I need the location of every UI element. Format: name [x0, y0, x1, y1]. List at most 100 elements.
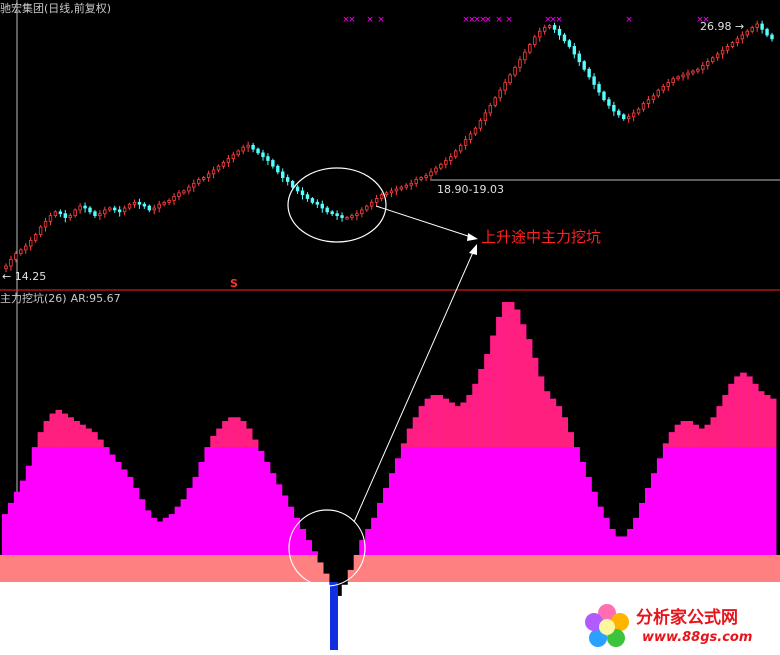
candle-body [221, 161, 226, 167]
candle-body [508, 74, 512, 83]
indicator-peak-bar [496, 316, 503, 448]
indicator-bar [97, 439, 104, 555]
indicator-peak-bar [454, 406, 461, 448]
candle-body [498, 89, 502, 99]
indicator-peak-bar [502, 302, 509, 448]
indicator-peak-bar [73, 421, 80, 448]
ar-value: AR:95.67 [70, 292, 121, 305]
candle-body [276, 165, 280, 173]
candle-body [745, 30, 749, 36]
candle-body [750, 27, 754, 32]
candle-body [172, 196, 176, 201]
indicator-panel-title: 主力挖坑(26) AR:95.67 [0, 292, 121, 305]
candle-body [468, 133, 473, 140]
candle-body [458, 144, 463, 152]
indicator-bar [25, 465, 33, 555]
candle-body [157, 203, 161, 209]
x-mark: × [348, 15, 356, 25]
indicator-peak-bar [412, 417, 420, 448]
candle-body [622, 114, 626, 120]
candle-body [384, 192, 389, 196]
candle-body [562, 34, 567, 42]
candle-body [720, 49, 725, 55]
candle-body [730, 42, 735, 47]
watermark: 分析家公式网 www.88gs.com [578, 598, 778, 654]
indicator-bar [650, 473, 658, 555]
candle-body [523, 51, 527, 61]
candle-body [765, 28, 769, 36]
candle-body [365, 205, 369, 211]
indicator-peak-bar [49, 413, 56, 448]
indicator-peak-bar [424, 398, 432, 448]
indicator-bar [246, 428, 253, 555]
indicator-peak-bar [79, 424, 86, 448]
indicator-dip-bar [329, 555, 336, 585]
candle-body [29, 239, 33, 247]
indicator-peak-bar [430, 395, 438, 448]
indicator-bar [299, 528, 307, 555]
candle-body [19, 249, 23, 255]
indicator-peak-bar [728, 383, 735, 448]
candle-body [389, 190, 394, 194]
indicator-bar [293, 517, 301, 555]
candle-body [740, 34, 745, 40]
indicator-peak-bar [686, 421, 694, 448]
indicator-bar [645, 488, 652, 555]
candle-body [320, 203, 324, 209]
candle-body [251, 144, 255, 150]
candle-body [661, 85, 665, 91]
indicator-peak-bar [216, 428, 223, 448]
indicator-peak-bar [400, 443, 408, 448]
candle-body [592, 76, 596, 85]
candle-body [478, 120, 483, 129]
indicator-bar [371, 517, 378, 555]
indicator-name: 主力挖坑(26) [0, 292, 67, 305]
candle-body [681, 74, 685, 78]
watermark-text: 分析家公式网 [636, 608, 738, 628]
range-price-label: 18.90-19.03 [437, 183, 504, 196]
candle-body [725, 46, 730, 51]
x-mark: × [366, 15, 374, 25]
candle-body [335, 213, 339, 217]
indicator-arrowhead [469, 244, 477, 255]
indicator-bar [377, 502, 384, 555]
x-mark: × [555, 15, 563, 25]
watermark-url: www.88gs.com [642, 630, 753, 645]
candle-body [706, 61, 710, 66]
candle-body [715, 53, 720, 59]
flower-logo-icon [585, 604, 629, 647]
indicator-peak-bar [668, 432, 676, 448]
indicator-bar [281, 495, 289, 555]
candle-body [518, 59, 522, 68]
candle-body [374, 198, 379, 203]
indicator-bar [400, 443, 408, 555]
candle-body [547, 25, 552, 28]
candle-body [73, 209, 77, 217]
indicator-peak-bar [514, 309, 521, 448]
indicator-peak-bar [67, 417, 74, 448]
x-mark: × [625, 15, 633, 25]
candle-body [626, 116, 631, 120]
indicator-bar [144, 510, 152, 555]
indicator-peak-bar [210, 435, 217, 448]
candle-body [646, 99, 651, 104]
candle-body [429, 171, 433, 177]
indicator-bar [662, 443, 670, 555]
candle-body [473, 127, 478, 135]
candle-body [577, 53, 581, 63]
indicator-bar [132, 488, 140, 555]
indicator-dip-bar [347, 555, 354, 570]
indicator-peak-bar [37, 432, 45, 448]
candle-body [676, 76, 680, 80]
indicator-bar [365, 528, 372, 555]
candle-body [266, 156, 270, 161]
indicator-peak-bar [484, 354, 491, 448]
indicator-peak-bar [508, 302, 515, 448]
indicator-bar [585, 476, 592, 555]
indicator-peak-bar [91, 432, 98, 448]
candle-body [231, 154, 236, 159]
candle-body [488, 104, 493, 114]
candle-body [710, 57, 715, 63]
indicator-bar [603, 517, 610, 555]
sell-signal-marker: S [230, 277, 238, 290]
